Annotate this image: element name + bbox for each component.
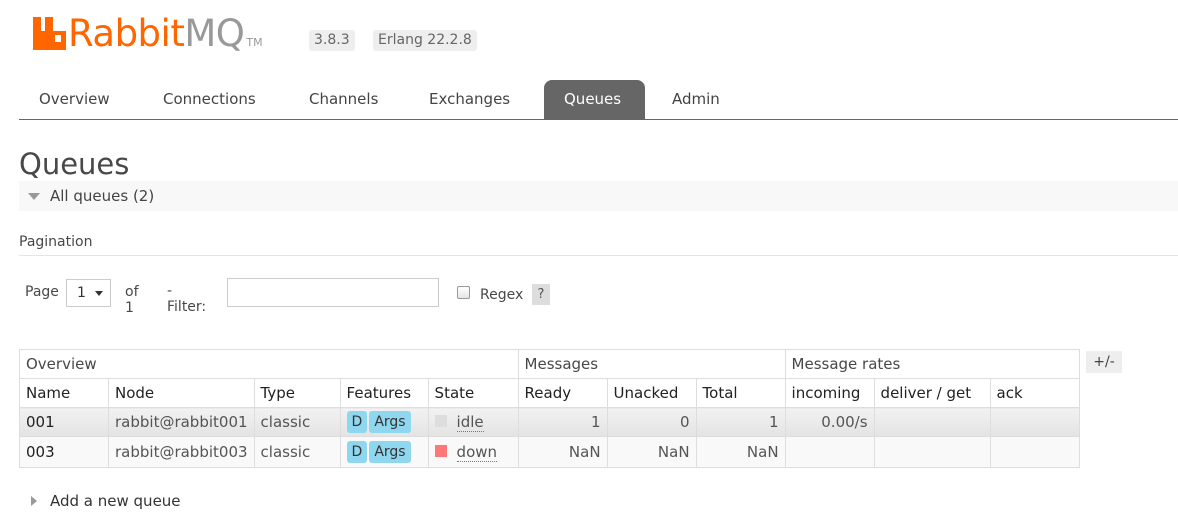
- column-header-name[interactable]: Name: [19, 378, 109, 408]
- queue-name-link[interactable]: 001: [19, 407, 109, 437]
- table-row: 001 rabbit@rabbit001 classic D Args idle …: [19, 407, 1080, 437]
- table-row: 003 rabbit@rabbit003 classic D Args down …: [19, 436, 1080, 468]
- filter-input[interactable]: [227, 278, 439, 307]
- all-queues-section-toggle[interactable]: All queues (2): [19, 181, 1178, 211]
- page-title: Queues: [19, 147, 130, 181]
- logo-wordmark: RabbitMQ: [68, 12, 245, 55]
- feature-args-badge: Args: [369, 411, 411, 433]
- rate-ack: [989, 436, 1080, 468]
- rabbitmq-logo[interactable]: RabbitMQ TM: [33, 10, 263, 55]
- page-label: Page: [25, 284, 59, 300]
- chevron-down-icon: [95, 291, 103, 296]
- group-header-message-rates: Message rates: [784, 349, 1080, 379]
- column-header-unacked[interactable]: Unacked: [606, 378, 697, 408]
- toggle-columns-button[interactable]: +/-: [1086, 351, 1122, 373]
- trademark-symbol: TM: [246, 36, 263, 49]
- page-count-label: of 1: [125, 284, 139, 316]
- queue-node: rabbit@rabbit001: [108, 407, 255, 437]
- section-header-label: All queues (2): [50, 187, 155, 205]
- tab-queues[interactable]: Queues: [544, 80, 645, 119]
- feature-args-badge: Args: [369, 441, 411, 463]
- rate-deliver-get: [873, 407, 991, 437]
- rate-incoming: [784, 436, 875, 468]
- queue-state: idle: [427, 407, 519, 437]
- rabbit-logo-icon: [33, 17, 66, 50]
- column-header-ack[interactable]: ack: [989, 378, 1080, 408]
- regex-help-button[interactable]: ?: [532, 284, 550, 305]
- expand-triangle-icon: [31, 496, 37, 506]
- column-header-type[interactable]: Type: [253, 378, 341, 408]
- add-queue-label: Add a new queue: [50, 492, 181, 510]
- regex-label: Regex: [480, 287, 524, 303]
- version-badge: 3.8.3: [309, 30, 355, 51]
- filter-label: - Filter:: [167, 283, 207, 315]
- column-header-ready[interactable]: Ready: [517, 378, 608, 408]
- queue-features: D Args: [339, 407, 429, 437]
- queues-table: Overview Messages Message rates Name Nod…: [19, 349, 1080, 468]
- tab-admin[interactable]: Admin: [652, 80, 740, 119]
- messages-unacked: 0: [606, 407, 697, 437]
- rate-incoming: 0.00/s: [784, 407, 875, 437]
- feature-durable-badge: D: [346, 411, 368, 433]
- state-indicator-icon: [434, 444, 447, 457]
- queue-type: classic: [253, 436, 341, 468]
- collapse-triangle-icon: [28, 193, 40, 200]
- group-header-overview: Overview: [19, 349, 519, 379]
- column-header-state[interactable]: State: [427, 378, 519, 408]
- tab-connections[interactable]: Connections: [143, 80, 276, 119]
- messages-ready: NaN: [517, 436, 608, 468]
- add-queue-section-toggle[interactable]: Add a new queue: [31, 492, 181, 510]
- messages-unacked: NaN: [606, 436, 697, 468]
- messages-ready: 1: [517, 407, 608, 437]
- page-select[interactable]: 1: [66, 279, 111, 307]
- queue-node: rabbit@rabbit003: [108, 436, 255, 468]
- rate-ack: [989, 407, 1080, 437]
- feature-durable-badge: D: [346, 441, 368, 463]
- column-header-features: Features: [339, 378, 429, 408]
- queue-state: down: [427, 436, 519, 468]
- tab-channels[interactable]: Channels: [289, 80, 398, 119]
- rate-deliver-get: [873, 436, 991, 468]
- column-header-node[interactable]: Node: [108, 378, 255, 408]
- state-indicator-icon: [434, 414, 447, 427]
- state-label: idle: [456, 413, 484, 432]
- erlang-version-badge: Erlang 22.2.8: [373, 30, 477, 51]
- group-header-messages: Messages: [517, 349, 786, 379]
- column-header-deliver-get[interactable]: deliver / get: [873, 378, 991, 408]
- state-label: down: [456, 443, 498, 462]
- main-nav: Overview Connections Channels Exchanges …: [19, 80, 1178, 120]
- tab-exchanges[interactable]: Exchanges: [409, 80, 530, 119]
- messages-total: NaN: [695, 436, 786, 468]
- page-select-value: 1: [77, 285, 86, 301]
- column-header-incoming[interactable]: incoming: [784, 378, 875, 408]
- column-header-total[interactable]: Total: [695, 378, 786, 408]
- queue-features: D Args: [339, 436, 429, 468]
- tab-overview[interactable]: Overview: [19, 80, 130, 119]
- regex-checkbox[interactable]: [457, 286, 470, 299]
- queue-name-link[interactable]: 003: [19, 436, 109, 468]
- messages-total: 1: [695, 407, 786, 437]
- queue-type: classic: [253, 407, 341, 437]
- divider: [19, 255, 1178, 256]
- pagination-label: Pagination: [19, 234, 93, 250]
